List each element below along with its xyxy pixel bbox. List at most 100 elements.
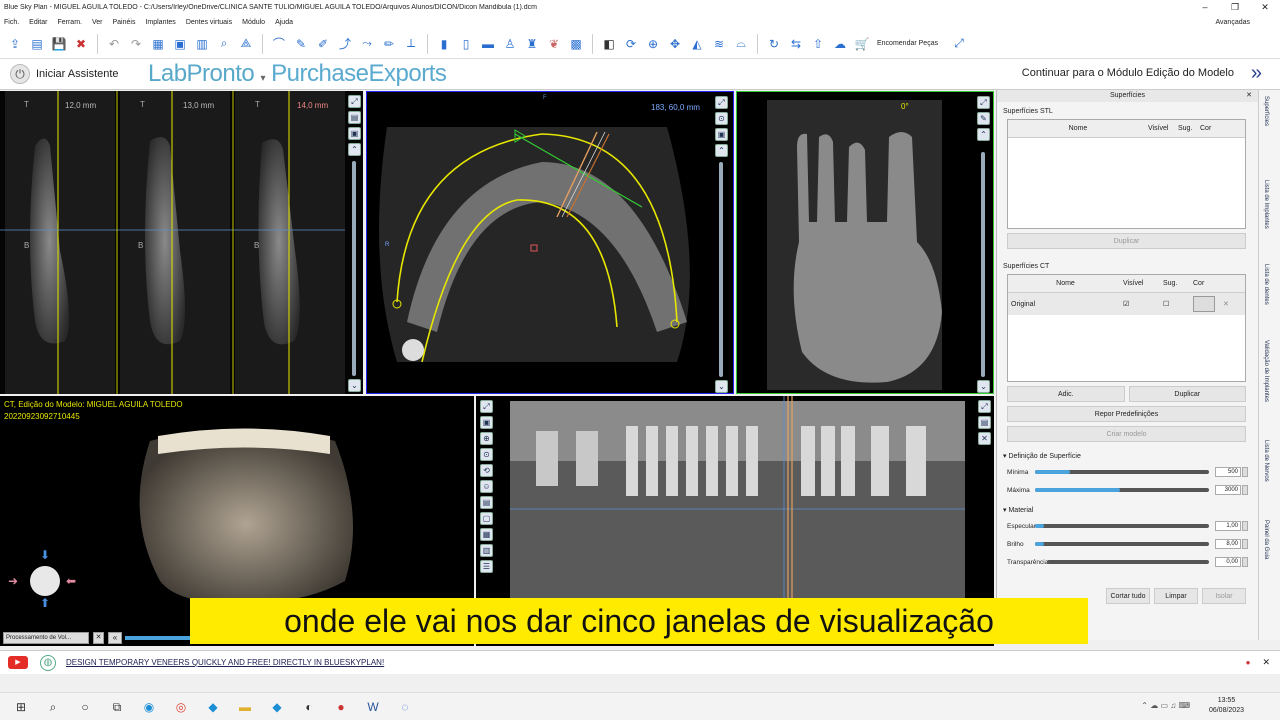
contrast-icon[interactable]: ◧ xyxy=(600,35,618,53)
menu-module[interactable]: Módulo xyxy=(242,19,265,26)
axial-scroll-track[interactable] xyxy=(719,162,723,377)
tab-implant-list[interactable]: Lista de Implantes xyxy=(1263,180,1269,229)
cross-expand-icon[interactable]: ⤢ xyxy=(348,95,361,108)
isolate-button[interactable]: Isolar xyxy=(1202,588,1246,604)
axial-pin-icon[interactable]: ⊙ xyxy=(715,112,728,125)
order-parts-label[interactable]: Encomendar Peças xyxy=(877,40,938,47)
orient-up-icon[interactable]: ⬇ xyxy=(40,548,50,562)
pano-expand-icon[interactable]: ⤢ xyxy=(480,400,493,413)
volume-collapse-icon[interactable]: « xyxy=(108,632,122,644)
tooth-icon[interactable]: ♙ xyxy=(501,35,519,53)
spline-icon[interactable]: ⤳ xyxy=(358,35,376,53)
layout-icon[interactable]: ▦ xyxy=(149,35,167,53)
color-swatch[interactable] xyxy=(1193,296,1215,312)
nerve-icon[interactable]: ✎ xyxy=(292,35,310,53)
sug-checkbox[interactable]: ☐ xyxy=(1163,300,1193,308)
axial-view[interactable]: F 183, 60,0 mm R ⤢ ⊙ ▣ ⌃ ⌄ xyxy=(366,91,734,394)
axial-camera-icon[interactable]: ▣ xyxy=(715,128,728,141)
min-spin[interactable] xyxy=(1242,467,1248,477)
specular-spin[interactable] xyxy=(1242,521,1248,531)
teeth-color-icon[interactable]: ❦ xyxy=(545,35,563,53)
task-view-icon[interactable]: ⧉ xyxy=(106,698,128,716)
sagittal-down-icon[interactable]: ⌄ xyxy=(977,380,990,393)
pano-globe-icon[interactable]: ⊕ xyxy=(480,432,493,445)
specular-value[interactable]: 1,00 xyxy=(1215,521,1241,531)
wave-icon[interactable]: ≋ xyxy=(710,35,728,53)
scan-icon[interactable]: ▩ xyxy=(567,35,585,53)
refresh-icon[interactable]: ⟳ xyxy=(622,35,640,53)
orient-left-icon[interactable]: ➜ xyxy=(8,574,18,588)
search-icon[interactable]: ⌕ xyxy=(215,35,233,53)
orient-down-icon[interactable]: ⬆ xyxy=(40,596,50,610)
close-window-button[interactable]: ✕ xyxy=(1250,2,1280,13)
cross-section-view[interactable]: T 12,0 mm T 13,0 mm T 14,0 mm B B B ⤢ ▤ … xyxy=(0,91,363,394)
implant-alt-icon[interactable]: ▯ xyxy=(457,35,475,53)
wand-icon[interactable]: ⤢ xyxy=(950,35,968,53)
pano-camera-icon[interactable]: ▣ xyxy=(480,416,493,429)
globe-icon[interactable]: ◍ xyxy=(40,654,56,671)
brightness-value[interactable]: 8,00 xyxy=(1215,539,1241,549)
cloud-icon[interactable]: ☁ xyxy=(831,35,849,53)
cortana-icon[interactable]: ○ xyxy=(74,698,96,716)
start-assistant-button[interactable]: ⏻ Iniciar Assistente xyxy=(10,64,119,84)
transparency-value[interactable]: 0,00 xyxy=(1215,557,1241,567)
curve-icon[interactable]: ⤴ xyxy=(336,35,354,53)
advanced-toggle[interactable]: Avançadas xyxy=(1215,19,1250,26)
ct-table[interactable]: Nome Visível Sug. Cor Original ☑ ☐ ✕ xyxy=(1007,274,1246,382)
cut-all-button[interactable]: Cortar tudo xyxy=(1106,588,1150,604)
save-icon[interactable]: 💾 xyxy=(50,35,68,53)
folder-icon[interactable]: ▬ xyxy=(234,698,256,716)
media-icon[interactable]: ◐ xyxy=(298,698,320,716)
transparency-spin[interactable] xyxy=(1242,557,1248,567)
ruler-icon[interactable]: ⟂ xyxy=(402,35,420,53)
volume-slider[interactable] xyxy=(125,636,195,640)
transparency-slider[interactable] xyxy=(1047,560,1209,564)
brightness-slider[interactable] xyxy=(1035,542,1209,546)
pano-close-icon[interactable]: ✕ xyxy=(978,432,991,445)
rotate-icon[interactable]: ↻ xyxy=(765,35,783,53)
undo-icon[interactable]: ↶ xyxy=(105,35,123,53)
axial-down-icon[interactable]: ⌄ xyxy=(715,380,728,393)
create-model-button[interactable]: Criar modelo xyxy=(1007,426,1246,442)
word-icon[interactable]: W xyxy=(362,698,384,716)
screenshot-icon[interactable]: ▣ xyxy=(171,35,189,53)
menu-file[interactable]: Fich. xyxy=(4,19,19,26)
zoom-icon[interactable]: ⊕ xyxy=(644,35,662,53)
store-icon[interactable]: ◆ xyxy=(266,698,288,716)
sagittal-expand-icon[interactable]: ⤢ xyxy=(977,96,990,109)
transfer-icon[interactable]: ⇆ xyxy=(787,35,805,53)
record-icon[interactable]: ● xyxy=(330,698,352,716)
pano-list-icon[interactable]: ☰ xyxy=(480,560,493,573)
next-chevron-icon[interactable]: » xyxy=(1251,62,1262,85)
cross-camera-icon[interactable]: ▣ xyxy=(348,127,361,140)
promo-link[interactable]: DESIGN TEMPORARY VENEERS QUICKLY AND FRE… xyxy=(66,658,384,667)
menu-view[interactable]: Ver xyxy=(92,19,103,26)
arch-icon[interactable]: ⌒ xyxy=(270,35,288,53)
pano-box-icon[interactable]: ▢ xyxy=(480,512,493,525)
add-surface-button[interactable]: Adic. xyxy=(1007,386,1125,402)
max-value[interactable]: 3000 xyxy=(1215,485,1241,495)
cart-icon[interactable]: 🛒 xyxy=(853,35,871,53)
dropdown-icon[interactable]: ▾ xyxy=(260,73,265,84)
pano-layer-icon[interactable]: ▤ xyxy=(480,496,493,509)
pano-face-icon[interactable]: ☺ xyxy=(480,480,493,493)
volume-processing-close-icon[interactable]: ✕ xyxy=(93,632,104,644)
duplicate-ct-button[interactable]: Duplicar xyxy=(1128,386,1246,402)
taskbar-search-icon[interactable]: ⌕ xyxy=(42,698,64,716)
tab-implant-validation[interactable]: Validação de Implantes xyxy=(1263,340,1269,402)
import-icon[interactable]: ⇪ xyxy=(6,35,24,53)
reset-defaults-button[interactable]: Repor Predefinições xyxy=(1007,406,1246,422)
orientation-widget[interactable]: ⬇ ➜ ⬅ ⬆ xyxy=(8,544,84,610)
draw-icon[interactable]: ✐ xyxy=(314,35,332,53)
redo-icon[interactable]: ↷ xyxy=(127,35,145,53)
notification-icon[interactable]: ● xyxy=(1246,658,1251,667)
chrome-icon[interactable]: ◎ xyxy=(170,698,192,716)
table-row[interactable]: Original ☑ ☐ ✕ xyxy=(1008,293,1245,315)
app-icon[interactable]: ◆ xyxy=(202,698,224,716)
min-slider[interactable] xyxy=(1035,470,1209,474)
axial-expand-icon[interactable]: ⤢ xyxy=(715,96,728,109)
implant-icon[interactable]: ▮ xyxy=(435,35,453,53)
pano-pin-icon[interactable]: ⊙ xyxy=(480,448,493,461)
sagittal-view[interactable]: 0° ⤢ ✎ ⌃ ⌄ xyxy=(736,91,994,394)
pano-expand-right-icon[interactable]: ⤢ xyxy=(978,400,991,413)
